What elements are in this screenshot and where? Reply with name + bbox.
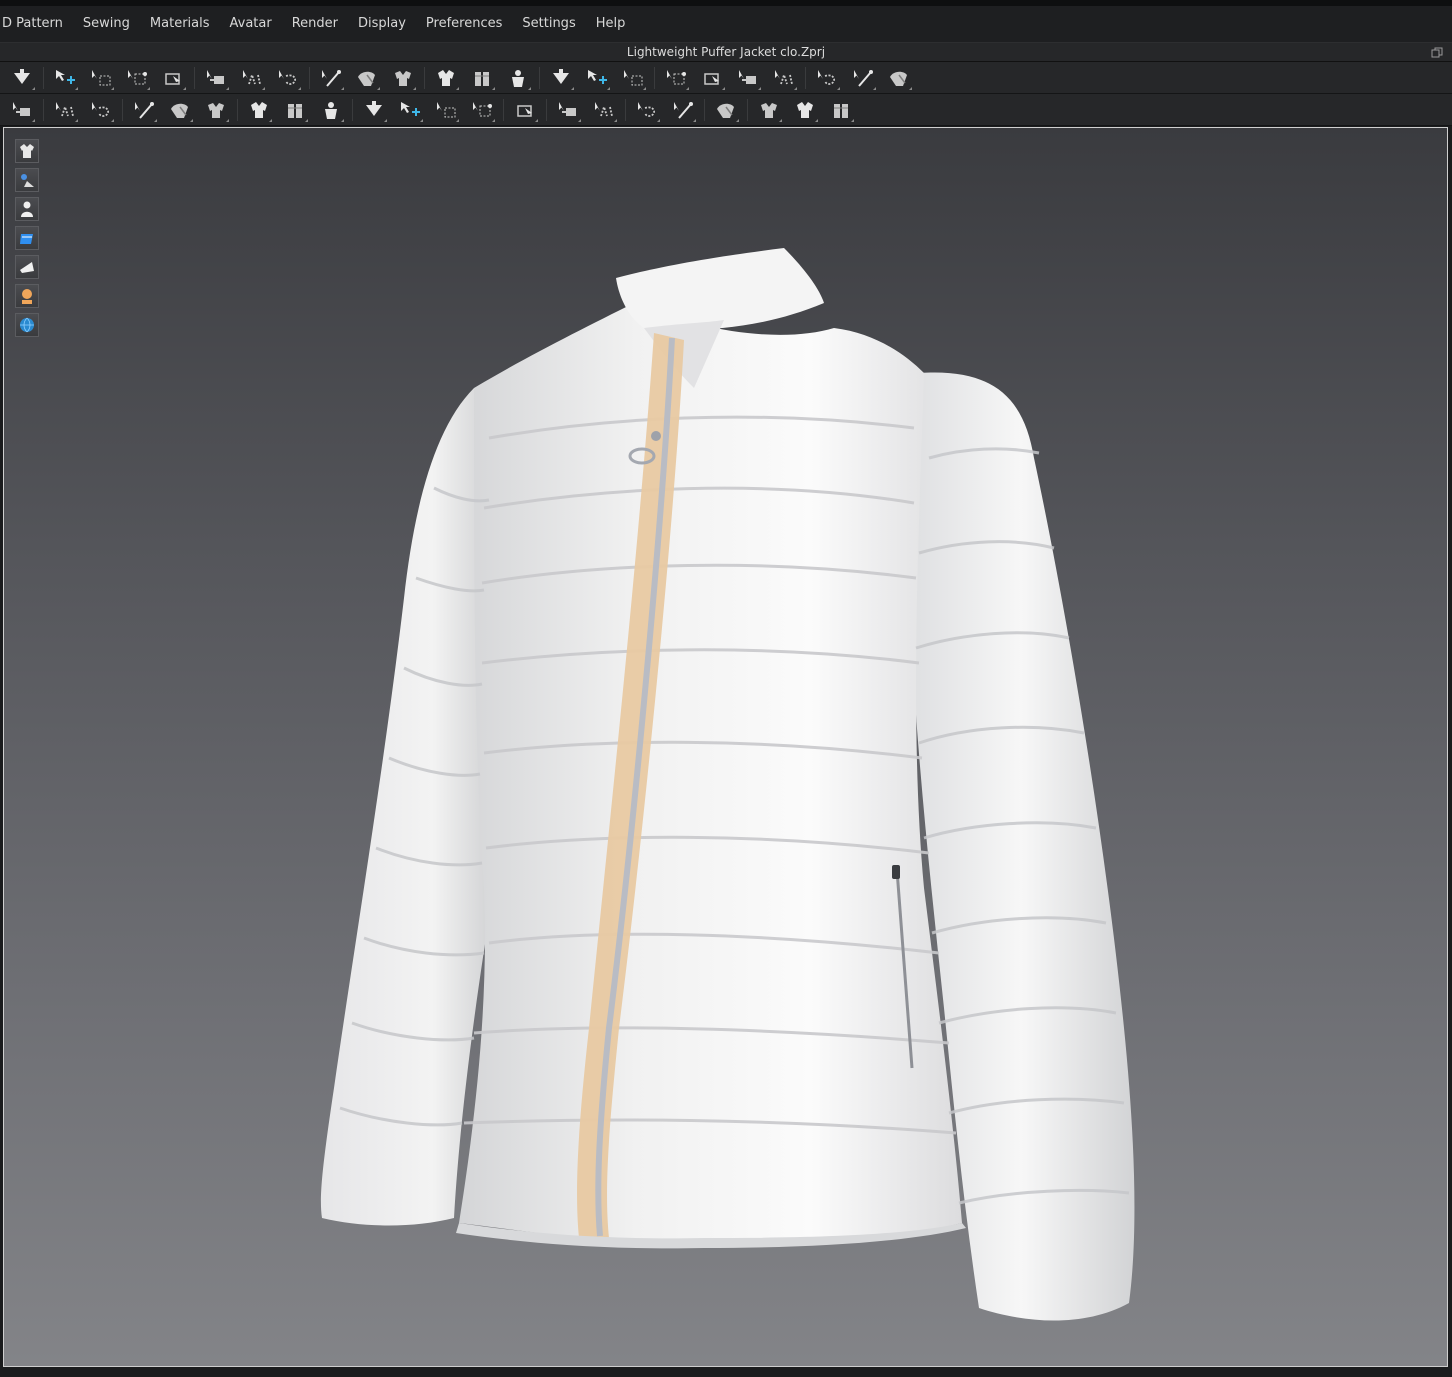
transform-pattern-icon[interactable]	[123, 65, 151, 91]
secondary-toolbar	[0, 94, 1452, 126]
draw-line-icon[interactable]	[317, 65, 345, 91]
avatar-pose-icon[interactable]	[8, 97, 36, 123]
check-sewing-icon[interactable]	[202, 97, 230, 123]
pipe-icon[interactable]	[511, 97, 539, 123]
edit-topstitch-icon[interactable]	[590, 97, 618, 123]
edit-puckering-icon[interactable]	[669, 97, 697, 123]
graphic-icon[interactable]	[281, 97, 309, 123]
fit-map-icon[interactable]	[619, 65, 647, 91]
jacket-collar	[616, 248, 824, 330]
edit-texture-icon[interactable]	[245, 97, 273, 123]
toolbar-separator	[237, 98, 238, 121]
free-sewing-icon[interactable]	[130, 97, 158, 123]
garment-fit-icon[interactable]	[504, 65, 532, 91]
zipper-icon[interactable]	[468, 97, 496, 123]
fold-arrangement-icon[interactable]	[159, 65, 187, 91]
pin-lasso-icon[interactable]	[274, 65, 302, 91]
toolbar-separator	[43, 66, 44, 89]
pin-icon[interactable]	[202, 65, 230, 91]
trim-icon[interactable]	[317, 97, 345, 123]
toolbar-separator	[546, 98, 547, 121]
layer-down-icon[interactable]	[698, 65, 726, 91]
toolbar-separator	[194, 66, 195, 89]
layer-up-icon[interactable]	[662, 65, 690, 91]
piping-icon[interactable]	[791, 97, 819, 123]
tape-measure-icon[interactable]	[849, 65, 877, 91]
toolbar-separator	[654, 66, 655, 89]
toolbar-separator	[747, 98, 748, 121]
menu-2d-pattern[interactable]: D Pattern	[0, 6, 73, 42]
select-mesh-box-icon[interactable]	[87, 65, 115, 91]
puckering-icon[interactable]	[633, 97, 661, 123]
jacket-body	[459, 303, 962, 1240]
menu-sewing[interactable]: Sewing	[73, 6, 140, 42]
segment-sewing-icon[interactable]	[87, 97, 115, 123]
toolbar-separator	[539, 66, 540, 89]
document-title-bar: Lightweight Puffer Jacket clo.Zprj	[0, 42, 1452, 62]
tape-icon[interactable]	[755, 97, 783, 123]
select-button-icon[interactable]	[396, 97, 424, 123]
tack-on-avatar-icon[interactable]	[389, 65, 417, 91]
tack-icon[interactable]	[353, 65, 381, 91]
main-toolbar	[0, 62, 1452, 94]
edit-sewing-icon[interactable]	[51, 97, 79, 123]
toolbar-separator	[503, 98, 504, 121]
select-move-icon[interactable]	[51, 65, 79, 91]
menu-preferences[interactable]: Preferences	[416, 6, 512, 42]
menu-render[interactable]: Render	[282, 6, 348, 42]
menu-materials[interactable]: Materials	[140, 6, 220, 42]
pocket-zipper-pull	[892, 865, 900, 879]
stress-map-icon[interactable]	[583, 65, 611, 91]
menu-help[interactable]: Help	[586, 6, 636, 42]
toolbar-separator	[805, 66, 806, 89]
buttonhole-icon[interactable]	[432, 97, 460, 123]
menu-bar: D Pattern Sewing Materials Avatar Render Disp…	[0, 6, 1452, 42]
shape-icon[interactable]	[827, 97, 855, 123]
toolbar-separator	[122, 98, 123, 121]
toolbar-separator	[424, 66, 425, 89]
pin-box-icon[interactable]	[238, 65, 266, 91]
shrinkwrap-icon[interactable]	[770, 65, 798, 91]
button-icon[interactable]	[360, 97, 388, 123]
menu-display[interactable]: Display	[348, 6, 416, 42]
arrangement-points-icon[interactable]	[432, 65, 460, 91]
menu-avatar[interactable]: Avatar	[220, 6, 282, 42]
toolbar-separator	[704, 98, 705, 121]
ruler-icon[interactable]	[885, 65, 913, 91]
topstitch-icon[interactable]	[554, 97, 582, 123]
strain-map-icon[interactable]	[547, 65, 575, 91]
toolbar-separator	[625, 98, 626, 121]
3d-garment-viewport[interactable]	[3, 127, 1448, 1367]
document-title: Lightweight Puffer Jacket clo.Zprj	[626, 45, 826, 59]
toolbar-separator	[43, 98, 44, 121]
restore-window-icon[interactable]	[1430, 45, 1444, 59]
clone-layer-icon[interactable]	[734, 65, 762, 91]
toolbar-separator	[309, 66, 310, 89]
puffer-jacket-3d-view	[320, 248, 1135, 1321]
fold-icon[interactable]	[712, 97, 740, 123]
m-n-sewing-icon[interactable]	[166, 97, 194, 123]
menu-settings[interactable]: Settings	[512, 6, 585, 42]
show-arrangement-icon[interactable]	[468, 65, 496, 91]
measure-circumference-icon[interactable]	[813, 65, 841, 91]
toolbar-separator	[352, 98, 353, 121]
window-bottom-edge	[0, 1367, 1452, 1377]
simulation-icon[interactable]	[8, 65, 36, 91]
